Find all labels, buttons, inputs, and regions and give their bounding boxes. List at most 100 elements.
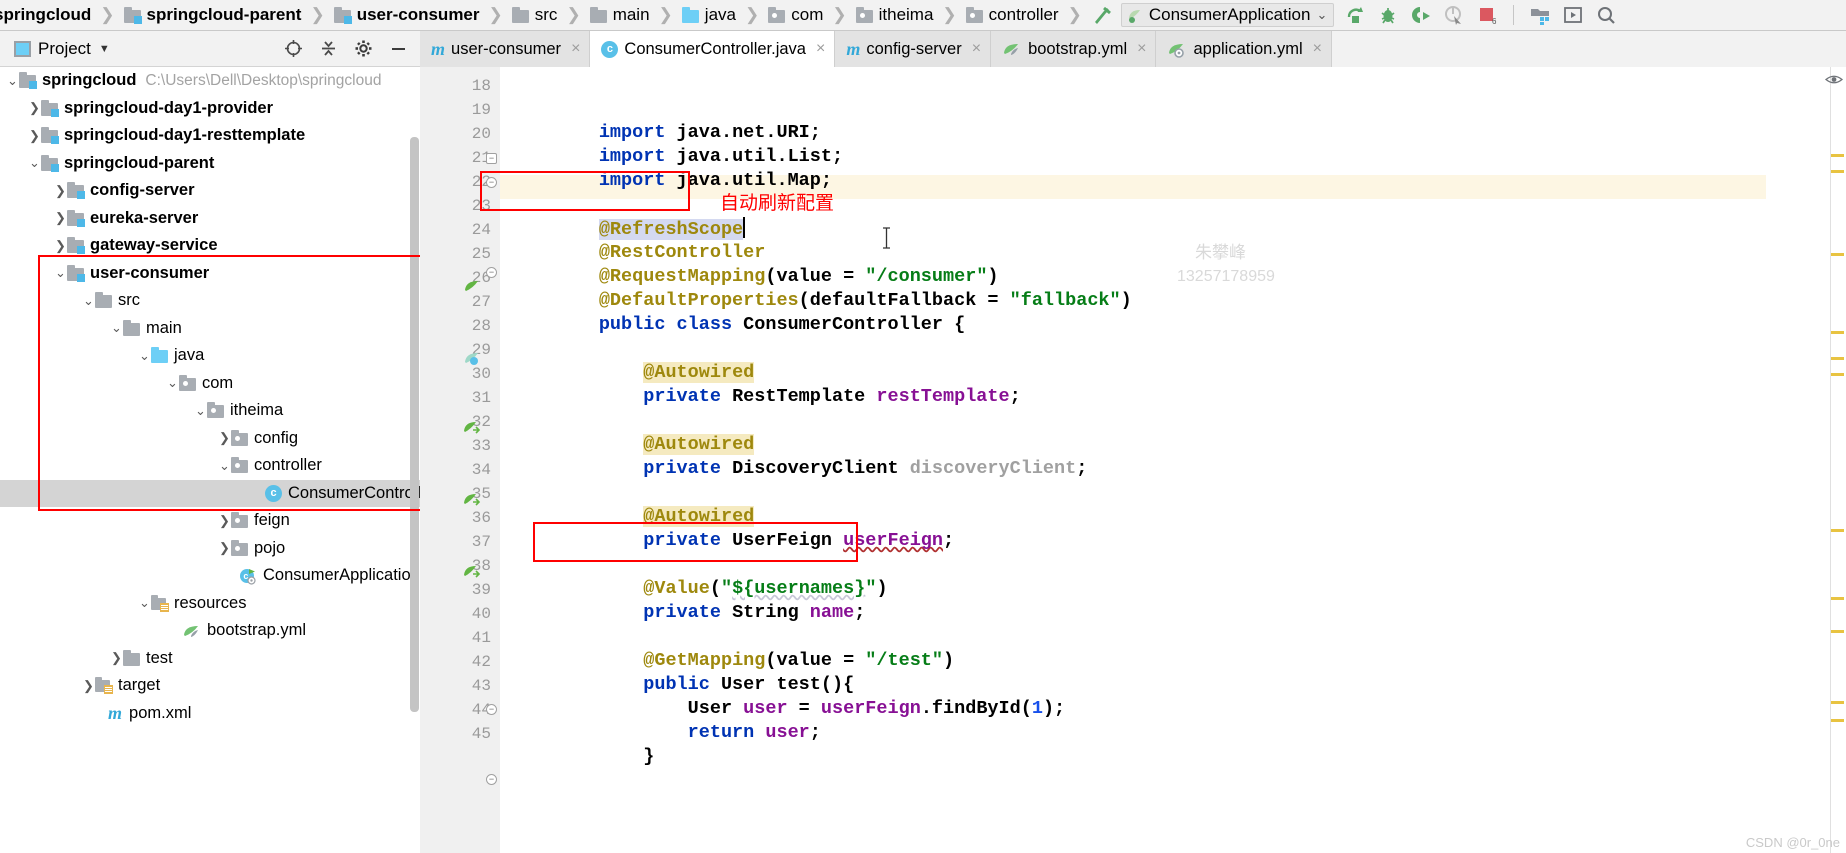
tree-row-eureka-server[interactable]: ❯ eureka-server — [0, 205, 420, 233]
tree-row-consumercontroller[interactable]: c ConsumerController — [0, 479, 420, 507]
chevron-right-icon[interactable]: ❯ — [218, 513, 231, 529]
fold-marker-imports[interactable]: − — [486, 153, 497, 164]
autowired-gutter-icon[interactable] — [462, 563, 482, 583]
tree-row-gateway-service[interactable]: ❯ gateway-service — [0, 232, 420, 260]
tree-row-feign[interactable]: ❯ feign — [0, 507, 420, 535]
fold-marker-method[interactable]: − — [486, 704, 497, 715]
autowired-gutter-icon[interactable] — [462, 419, 482, 439]
stripe-warning-marker[interactable] — [1831, 630, 1844, 633]
tree-row-user-consumer[interactable]: ⌄ user-consumer — [0, 260, 420, 288]
code-editor[interactable]: 18 19 20 21 22 23 24 25 26 27 28 29 30 3… — [420, 67, 1846, 853]
search-everywhere-button[interactable] — [1595, 4, 1617, 26]
project-tree[interactable]: ⌄ springcloud C:\Users\Dell\Desktop\spri… — [0, 67, 420, 853]
profile-button[interactable] — [1443, 4, 1465, 26]
inspections-eye-icon[interactable] — [1824, 73, 1844, 86]
breadcrumb-item-itheima[interactable]: itheima — [854, 0, 936, 31]
tree-row-com[interactable]: ⌄ com — [0, 370, 420, 398]
minimize-icon[interactable] — [389, 39, 408, 58]
chevron-right-icon[interactable]: ❯ — [54, 183, 67, 199]
chevron-right-icon[interactable]: ❯ — [28, 100, 41, 116]
stripe-warning-marker[interactable] — [1831, 331, 1844, 334]
close-icon[interactable]: × — [571, 41, 580, 57]
error-stripe-gutter[interactable] — [1824, 67, 1846, 853]
stop-button[interactable]: 6 — [1476, 4, 1498, 26]
chevron-down-icon[interactable]: ⌄ — [6, 73, 19, 89]
stripe-warning-marker[interactable] — [1831, 373, 1844, 376]
chevron-right-icon[interactable]: ❯ — [218, 430, 231, 446]
spring-bean-gutter-icon[interactable] — [462, 277, 482, 297]
gear-icon[interactable] — [354, 39, 373, 58]
stripe-warning-marker[interactable] — [1831, 253, 1844, 256]
breadcrumb-item-src[interactable]: src — [510, 0, 560, 31]
fold-marker-annotation[interactable]: − — [486, 267, 497, 278]
fold-marker-class[interactable]: − — [486, 177, 497, 188]
chevron-right-icon[interactable]: ❯ — [54, 210, 67, 226]
editor-gutter[interactable]: 18 19 20 21 22 23 24 25 26 27 28 29 30 3… — [420, 67, 500, 853]
tab-bootstrap-yml[interactable]: bootstrap.yml × — [991, 31, 1157, 67]
chevron-down-icon[interactable]: ⌄ — [166, 375, 179, 391]
breadcrumb-item-springcloud-parent[interactable]: springcloud-parent — [122, 0, 304, 31]
stripe-warning-marker[interactable] — [1831, 357, 1844, 360]
tree-row-test[interactable]: ❯ test — [0, 645, 420, 673]
tree-row-springcloud-parent[interactable]: ⌄ springcloud-parent — [0, 150, 420, 178]
build-hammer-icon[interactable] — [1091, 4, 1113, 26]
code-text-area[interactable]: import java.net.URI; import java.util.Li… — [500, 67, 1846, 853]
tree-row-springcloud[interactable]: ⌄ springcloud C:\Users\Dell\Desktop\spri… — [0, 67, 420, 95]
breadcrumb-item-controller[interactable]: controller — [964, 0, 1061, 31]
chevron-down-icon[interactable]: ⌄ — [82, 293, 95, 309]
chevron-right-icon[interactable]: ❯ — [110, 650, 123, 666]
stripe-warning-marker[interactable] — [1831, 701, 1844, 704]
chevron-right-icon[interactable]: ❯ — [82, 678, 95, 694]
chevron-down-icon[interactable]: ⌄ — [54, 265, 67, 281]
autowired-gutter-icon[interactable] — [462, 491, 482, 511]
tree-row-controller[interactable]: ⌄ controller — [0, 452, 420, 480]
close-icon[interactable]: × — [816, 41, 825, 57]
tree-row-target[interactable]: ❯ target — [0, 672, 420, 700]
breadcrumb-item-com[interactable]: com — [766, 0, 825, 31]
collapse-all-button[interactable] — [319, 39, 338, 58]
breadcrumb-item-java[interactable]: java — [680, 0, 738, 31]
run-configuration-selector[interactable]: ConsumerApplication ⌄ — [1120, 3, 1335, 27]
chevron-down-icon[interactable]: ⌄ — [138, 595, 151, 611]
stripe-warning-marker[interactable] — [1831, 154, 1844, 157]
breadcrumb-item-springcloud[interactable]: springcloud — [0, 0, 93, 31]
tree-row-src[interactable]: ⌄ src — [0, 287, 420, 315]
stripe-warning-marker[interactable] — [1831, 170, 1844, 173]
tree-row-config-server[interactable]: ❯ config-server — [0, 177, 420, 205]
chevron-down-icon[interactable]: ⌄ — [110, 320, 123, 336]
close-icon[interactable]: × — [972, 41, 981, 57]
tree-row-main[interactable]: ⌄ main — [0, 315, 420, 343]
tab-user-consumer[interactable]: m user-consumer × — [420, 31, 591, 67]
class-gutter-icon[interactable] — [462, 349, 482, 369]
chevron-down-icon[interactable]: ⌄ — [28, 155, 41, 171]
chevron-down-icon[interactable]: ⌄ — [138, 348, 151, 364]
chevron-down-icon[interactable]: ▼ — [99, 43, 110, 55]
stripe-warning-marker[interactable] — [1831, 597, 1844, 600]
tree-row-pojo[interactable]: ❯ pojo — [0, 535, 420, 563]
breadcrumb-item-main[interactable]: main — [588, 0, 652, 31]
tree-row-java[interactable]: ⌄ java — [0, 342, 420, 370]
chevron-right-icon[interactable]: ❯ — [218, 540, 231, 556]
fold-marker-method-end[interactable]: − — [486, 774, 497, 785]
tree-row-itheima[interactable]: ⌄ itheima — [0, 397, 420, 425]
close-icon[interactable]: × — [1313, 41, 1322, 57]
chevron-right-icon[interactable]: ❯ — [28, 128, 41, 144]
tree-row-config[interactable]: ❯ config — [0, 425, 420, 453]
run-with-coverage-button[interactable] — [1410, 4, 1432, 26]
tab-consumercontroller-java[interactable]: c ConsumerController.java × — [590, 31, 836, 67]
services-button[interactable] — [1562, 4, 1584, 26]
run-button[interactable] — [1344, 4, 1366, 26]
stripe-warning-marker[interactable] — [1831, 719, 1844, 722]
tree-row-resources[interactable]: ⌄ resources — [0, 590, 420, 618]
chevron-right-icon[interactable]: ❯ — [54, 238, 67, 254]
tree-row-springcloud-day1-resttemplate[interactable]: ❯ springcloud-day1-resttemplate — [0, 122, 420, 150]
tree-row-consumerapplication[interactable]: c ConsumerApplication — [0, 562, 420, 590]
breadcrumb-item-user-consumer[interactable]: user-consumer — [332, 0, 482, 31]
close-icon[interactable]: × — [1137, 41, 1146, 57]
project-tree-scrollbar[interactable] — [410, 137, 419, 712]
project-structure-button[interactable] — [1529, 4, 1551, 26]
tree-row-bootstrap-yml[interactable]: bootstrap.yml — [0, 617, 420, 645]
stripe-warning-marker[interactable] — [1831, 529, 1844, 532]
tree-row-springcloud-day1-provider[interactable]: ❯ springcloud-day1-provider — [0, 95, 420, 123]
chevron-down-icon[interactable]: ⌄ — [194, 403, 207, 419]
